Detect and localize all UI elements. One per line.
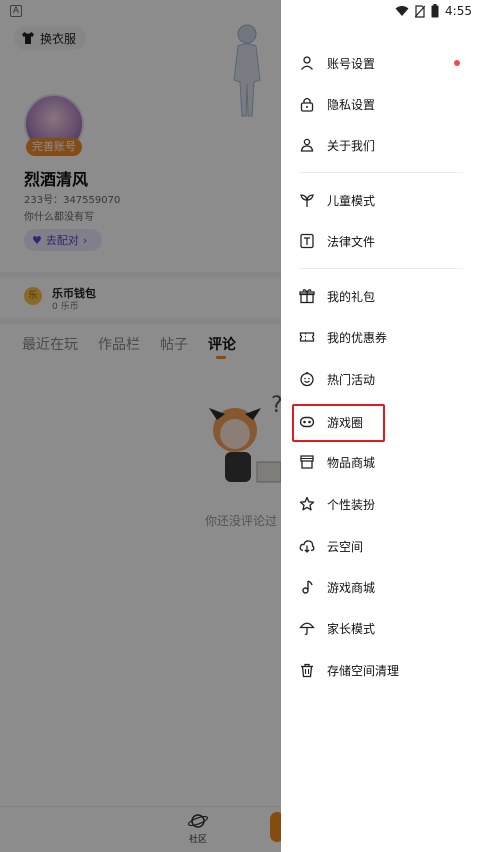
menu-item[interactable]: 我的礼包 bbox=[281, 276, 480, 316]
menu-item[interactable]: 游戏商城 bbox=[281, 567, 480, 607]
menu-item-label: 关于我们 bbox=[327, 138, 376, 153]
menu-item-label: 法律文件 bbox=[327, 234, 376, 249]
shop-icon bbox=[299, 454, 315, 470]
menu-item[interactable]: 物品商城 bbox=[281, 442, 480, 482]
menu-item[interactable]: 儿童模式 bbox=[281, 180, 480, 220]
smiley-icon bbox=[299, 371, 315, 387]
sprout-icon bbox=[299, 192, 315, 208]
notification-dot bbox=[454, 60, 460, 66]
menu-item[interactable]: 我的优惠券 bbox=[281, 317, 480, 357]
menu-item[interactable]: 热门活动 bbox=[281, 359, 480, 399]
menu-item-label: 云空间 bbox=[327, 539, 364, 554]
star-icon bbox=[299, 496, 315, 512]
umbrella-icon bbox=[299, 620, 315, 636]
menu-item-label: 热门活动 bbox=[327, 372, 376, 387]
menu-item[interactable]: 隐私设置 bbox=[281, 84, 480, 124]
trash-icon bbox=[299, 662, 315, 678]
menu-item[interactable]: 个性装扮 bbox=[281, 484, 480, 524]
status-bar: 4:55 bbox=[395, 2, 472, 20]
menu-item[interactable]: 法律文件 bbox=[281, 221, 480, 261]
menu-item-label: 我的礼包 bbox=[327, 289, 376, 304]
menu-item-label: 游戏商城 bbox=[327, 580, 376, 595]
menu-item-label: 物品商城 bbox=[327, 455, 376, 470]
menu-item[interactable]: 存储空间清理 bbox=[281, 650, 480, 690]
music-note-icon bbox=[299, 579, 315, 595]
wifi-icon bbox=[395, 6, 409, 16]
menu-item-label: 家长模式 bbox=[327, 621, 376, 636]
person-icon bbox=[299, 55, 315, 71]
highlight-box bbox=[292, 404, 385, 442]
menu-item-label: 我的优惠券 bbox=[327, 330, 388, 345]
gift-icon bbox=[299, 288, 315, 304]
menu-item[interactable]: 家长模式 bbox=[281, 608, 480, 648]
menu-item-label: 账号设置 bbox=[327, 56, 376, 71]
menu-item-label: 儿童模式 bbox=[327, 193, 376, 208]
coupon-icon bbox=[299, 329, 315, 345]
menu-divider bbox=[299, 172, 463, 173]
battery-icon bbox=[431, 4, 439, 18]
menu-item[interactable]: 关于我们 bbox=[281, 125, 480, 165]
menu-item[interactable]: 账号设置 bbox=[281, 43, 480, 83]
menu-item-label: 个性装扮 bbox=[327, 497, 376, 512]
menu-divider bbox=[299, 268, 463, 269]
menu-item-label: 隐私设置 bbox=[327, 97, 376, 112]
contact-icon bbox=[299, 137, 315, 153]
menu-item[interactable]: 云空间 bbox=[281, 526, 480, 566]
document-t-icon bbox=[299, 233, 315, 249]
status-time: 4:55 bbox=[445, 4, 472, 18]
lock-icon bbox=[299, 96, 315, 112]
menu-item-label: 存储空间清理 bbox=[327, 663, 400, 678]
cloud-download-icon bbox=[299, 538, 315, 554]
no-sim-icon bbox=[415, 4, 426, 18]
